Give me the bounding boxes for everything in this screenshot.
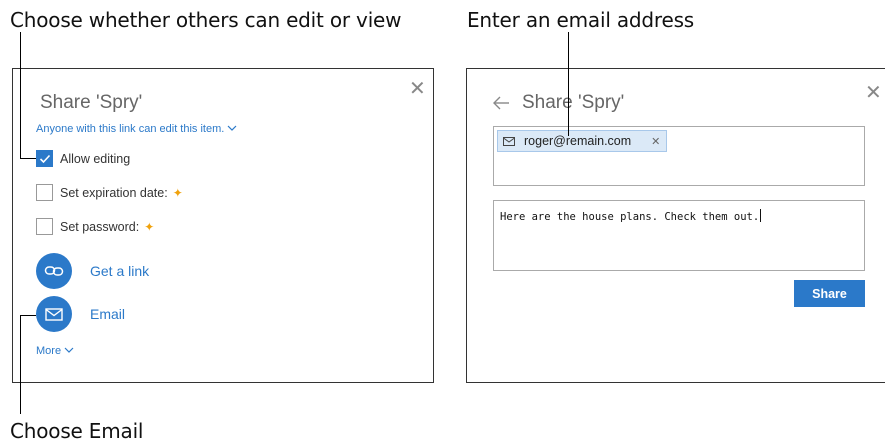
callout-email-address: Enter an email address (467, 8, 695, 32)
checkmark-icon (39, 154, 50, 163)
leader-line-choose-email (20, 315, 21, 414)
message-field[interactable]: Here are the house plans. Check them out… (493, 200, 865, 271)
message-text: Here are the house plans. Check them out… (500, 211, 760, 223)
permission-dropdown[interactable]: Anyone with this link can edit this item… (36, 123, 237, 135)
premium-star-icon: ✦ (144, 219, 155, 234)
more-dropdown[interactable]: More (36, 345, 74, 357)
share-button[interactable]: Share (794, 280, 865, 307)
email-button[interactable]: Email (36, 296, 125, 332)
get-a-link-label: Get a link (90, 263, 150, 279)
envelope-icon (36, 296, 72, 332)
permission-label: Anyone with this link can edit this item… (36, 123, 225, 135)
remove-recipient-icon[interactable]: ✕ (651, 135, 660, 148)
chevron-down-icon (227, 125, 237, 131)
callout-choose-email: Choose Email (10, 419, 144, 441)
leader-line-edit-tick (20, 158, 36, 159)
expiration-date-label: Set expiration date: (60, 185, 168, 200)
get-a-link-button[interactable]: Get a link (36, 253, 149, 289)
premium-star-icon: ✦ (172, 185, 183, 200)
close-icon[interactable]: ✕ (865, 82, 882, 102)
allow-editing-option[interactable]: Allow editing (36, 150, 130, 167)
more-label: More (36, 345, 62, 357)
expiration-date-checkbox[interactable] (36, 184, 53, 201)
recipient-email: roger@remain.com (524, 134, 632, 148)
leader-line-choose-email-tick (20, 315, 36, 316)
leader-line-email-address (568, 32, 569, 136)
allow-editing-checkbox[interactable] (36, 150, 53, 167)
dialog-title: Share 'Spry' (40, 92, 143, 113)
back-arrow-icon[interactable] (492, 96, 510, 110)
chevron-down-icon (64, 347, 74, 353)
recipient-chip[interactable]: roger@remain.com ✕ (497, 130, 668, 152)
link-icon (36, 253, 72, 289)
allow-editing-label: Allow editing (60, 151, 131, 166)
share-dialog-email: ✕ Share 'Spry' roger@remain.com ✕ Here a… (466, 68, 885, 383)
password-checkbox[interactable] (36, 218, 53, 235)
leader-line-edit (20, 32, 21, 158)
text-cursor (760, 209, 762, 222)
recipient-field[interactable]: roger@remain.com ✕ (493, 126, 865, 186)
password-option[interactable]: Set password: ✦ (36, 218, 154, 235)
callout-edit-or-view: Choose whether others can edit or view (10, 8, 402, 32)
dialog-title: Share 'Spry' (522, 92, 625, 113)
email-label: Email (90, 306, 126, 322)
expiration-date-option[interactable]: Set expiration date: ✦ (36, 184, 183, 201)
close-icon[interactable]: ✕ (409, 78, 426, 98)
share-dialog-options: ✕ Share 'Spry' Anyone with this link can… (12, 68, 434, 383)
password-label: Set password: (60, 219, 140, 234)
envelope-icon (503, 136, 515, 146)
